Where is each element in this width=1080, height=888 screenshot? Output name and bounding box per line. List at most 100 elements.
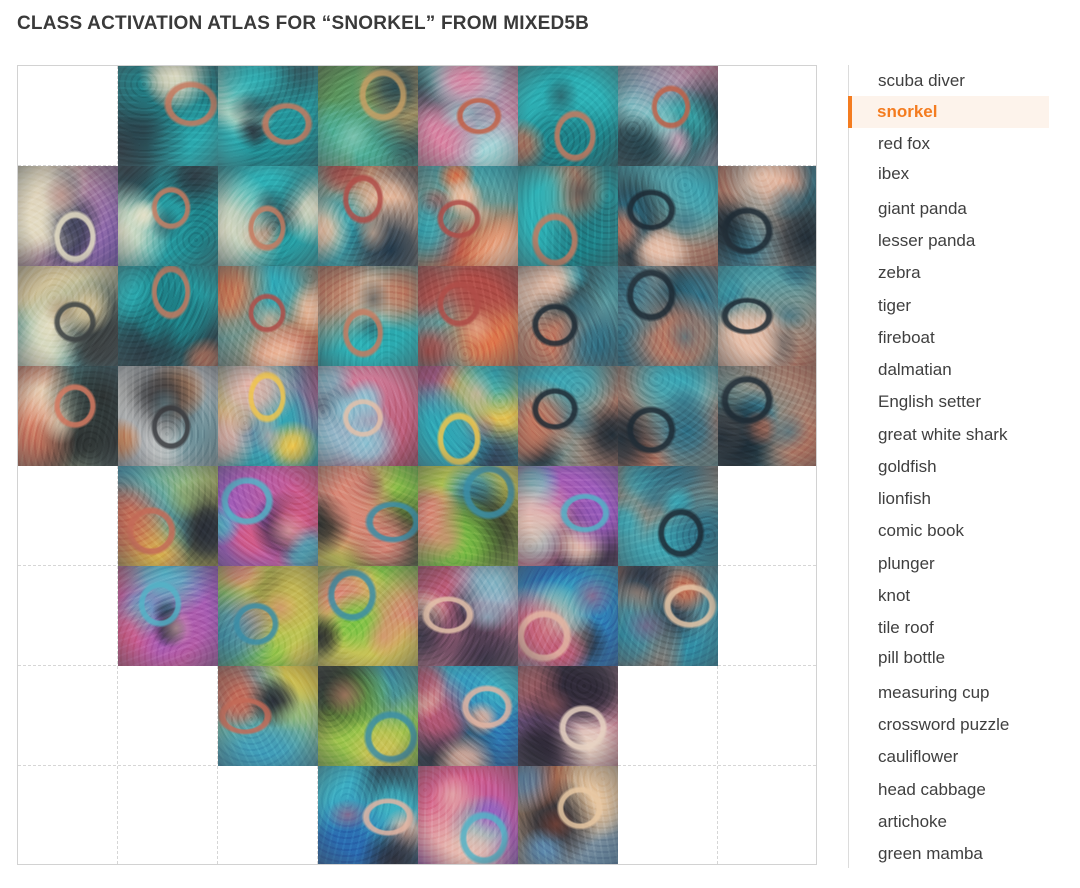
atlas-cell-r5-c3[interactable] bbox=[318, 566, 418, 666]
atlas-cell-r0-c2[interactable] bbox=[218, 66, 318, 166]
atlas-cell-r1-c6[interactable] bbox=[618, 166, 718, 266]
class-list: scuba diver snorkel red fox ibex giant panda… bbox=[848, 65, 1054, 868]
atlas-cell-vignette bbox=[218, 466, 318, 566]
atlas-cell-r6-c3[interactable] bbox=[318, 666, 418, 766]
atlas-cell-vignette bbox=[118, 466, 218, 566]
atlas-cell-vignette bbox=[218, 566, 318, 666]
atlas-cell-r3-c1[interactable] bbox=[118, 366, 218, 466]
atlas-cell-vignette bbox=[418, 266, 518, 366]
atlas-cell-r0-c5[interactable] bbox=[518, 66, 618, 166]
class-item-scuba-diver[interactable]: scuba diver bbox=[849, 65, 1050, 97]
atlas-cell-r2-c6[interactable] bbox=[618, 266, 718, 366]
atlas-cell-vignette bbox=[118, 366, 218, 466]
atlas-cell-r5-c5[interactable] bbox=[518, 566, 618, 666]
class-item-tile-roof[interactable]: tile roof bbox=[849, 612, 1050, 644]
atlas-cell-r3-c4[interactable] bbox=[418, 366, 518, 466]
atlas-cell-r7-c3[interactable] bbox=[318, 766, 418, 864]
atlas-cell-r6-c5[interactable] bbox=[518, 666, 618, 766]
atlas-cell-vignette bbox=[318, 266, 418, 366]
atlas-cell-r3-c0[interactable] bbox=[18, 366, 118, 466]
atlas-cell-r2-c3[interactable] bbox=[318, 266, 418, 366]
atlas-cell-r4-c6[interactable] bbox=[618, 466, 718, 566]
class-item-goldfish[interactable]: goldfish bbox=[849, 451, 1050, 483]
class-item-giant-panda[interactable]: giant panda bbox=[849, 193, 1050, 225]
class-item-red-fox[interactable]: red fox bbox=[849, 128, 1050, 160]
atlas-cell-r2-c1[interactable] bbox=[118, 266, 218, 366]
atlas-cell-r2-c0[interactable] bbox=[18, 266, 118, 366]
atlas-cell-r4-c3[interactable] bbox=[318, 466, 418, 566]
atlas-cell-r2-c7[interactable] bbox=[718, 266, 816, 366]
atlas-cell-vignette bbox=[518, 366, 618, 466]
atlas-cell-r1-c1[interactable] bbox=[118, 166, 218, 266]
atlas-cell-r4-c4[interactable] bbox=[418, 466, 518, 566]
class-item-head-cabbage[interactable]: head cabbage bbox=[849, 774, 1050, 806]
class-item-ibex[interactable]: ibex bbox=[849, 158, 1050, 190]
atlas-cell-r2-c5[interactable] bbox=[518, 266, 618, 366]
class-item-plunger[interactable]: plunger bbox=[849, 548, 1050, 580]
class-item-fireboat[interactable]: fireboat bbox=[849, 322, 1050, 354]
atlas-cell-r6-c2[interactable] bbox=[218, 666, 318, 766]
atlas-cell-r1-c7[interactable] bbox=[718, 166, 816, 266]
atlas-cell-r1-c3[interactable] bbox=[318, 166, 418, 266]
atlas-cell-r0-c4[interactable] bbox=[418, 66, 518, 166]
atlas-cell-vignette bbox=[218, 166, 318, 266]
atlas-cell-r2-c2[interactable] bbox=[218, 266, 318, 366]
atlas-cell-r2-c4[interactable] bbox=[418, 266, 518, 366]
atlas-cell-r7-c5[interactable] bbox=[518, 766, 618, 864]
class-item-knot[interactable]: knot bbox=[849, 580, 1050, 612]
atlas-cell-r0-c6[interactable] bbox=[618, 66, 718, 166]
atlas-cell-r3-c2[interactable] bbox=[218, 366, 318, 466]
atlas-cell-r3-c3[interactable] bbox=[318, 366, 418, 466]
class-item-snorkel[interactable]: snorkel bbox=[848, 96, 1049, 128]
atlas-cell-vignette bbox=[218, 266, 318, 366]
atlas-cell-r5-c2[interactable] bbox=[218, 566, 318, 666]
atlas-cell-vignette bbox=[118, 266, 218, 366]
atlas-cell-r1-c0[interactable] bbox=[18, 166, 118, 266]
atlas-cell-r7-c4[interactable] bbox=[418, 766, 518, 864]
atlas-cell-r0-c3[interactable] bbox=[318, 66, 418, 166]
atlas-cell-vignette bbox=[718, 166, 816, 266]
atlas-cell-vignette bbox=[218, 366, 318, 466]
atlas-cell-r6-c4[interactable] bbox=[418, 666, 518, 766]
atlas-cell-r3-c7[interactable] bbox=[718, 366, 816, 466]
atlas-cell-vignette bbox=[318, 66, 418, 166]
class-item-green-mamba[interactable]: green mamba bbox=[849, 838, 1050, 870]
atlas-cell-r5-c6[interactable] bbox=[618, 566, 718, 666]
atlas-cell-vignette bbox=[418, 166, 518, 266]
atlas-cell-vignette bbox=[418, 766, 518, 864]
class-item-english-setter[interactable]: English setter bbox=[849, 386, 1050, 418]
atlas-cell-r0-c1[interactable] bbox=[118, 66, 218, 166]
atlas-cell-vignette bbox=[418, 466, 518, 566]
atlas-cell-vignette bbox=[318, 166, 418, 266]
atlas-cell-vignette bbox=[718, 266, 816, 366]
atlas-cell-r1-c5[interactable] bbox=[518, 166, 618, 266]
atlas-cell-r5-c4[interactable] bbox=[418, 566, 518, 666]
class-item-zebra[interactable]: zebra bbox=[849, 257, 1050, 289]
class-item-dalmatian[interactable]: dalmatian bbox=[849, 354, 1050, 386]
class-item-great-white-shark[interactable]: great white shark bbox=[849, 419, 1050, 451]
class-item-artichoke[interactable]: artichoke bbox=[849, 806, 1050, 838]
class-item-tiger[interactable]: tiger bbox=[849, 290, 1050, 322]
atlas-cell-r4-c2[interactable] bbox=[218, 466, 318, 566]
atlas-cell-r4-c5[interactable] bbox=[518, 466, 618, 566]
atlas-cell-r4-c1[interactable] bbox=[118, 466, 218, 566]
class-item-measuring-cup[interactable]: measuring cup bbox=[849, 677, 1050, 709]
atlas-cell-vignette bbox=[618, 566, 718, 666]
atlas-cell-r1-c2[interactable] bbox=[218, 166, 318, 266]
atlas-cell-r3-c6[interactable] bbox=[618, 366, 718, 466]
class-item-crossword-puzzle[interactable]: crossword puzzle bbox=[849, 709, 1050, 741]
atlas-cell-vignette bbox=[518, 166, 618, 266]
atlas-cell-vignette bbox=[18, 166, 118, 266]
atlas-cell-vignette bbox=[318, 766, 418, 864]
class-item-pill-bottle[interactable]: pill bottle bbox=[849, 642, 1050, 674]
class-item-cauliflower[interactable]: cauliflower bbox=[849, 741, 1050, 773]
class-item-lionfish[interactable]: lionfish bbox=[849, 483, 1050, 515]
class-item-comic-book[interactable]: comic book bbox=[849, 515, 1050, 547]
class-item-lesser-panda[interactable]: lesser panda bbox=[849, 225, 1050, 257]
activation-atlas-grid[interactable] bbox=[17, 65, 817, 865]
atlas-cell-vignette bbox=[18, 266, 118, 366]
atlas-cell-vignette bbox=[718, 366, 816, 466]
atlas-cell-r1-c4[interactable] bbox=[418, 166, 518, 266]
atlas-cell-r5-c1[interactable] bbox=[118, 566, 218, 666]
atlas-cell-r3-c5[interactable] bbox=[518, 366, 618, 466]
